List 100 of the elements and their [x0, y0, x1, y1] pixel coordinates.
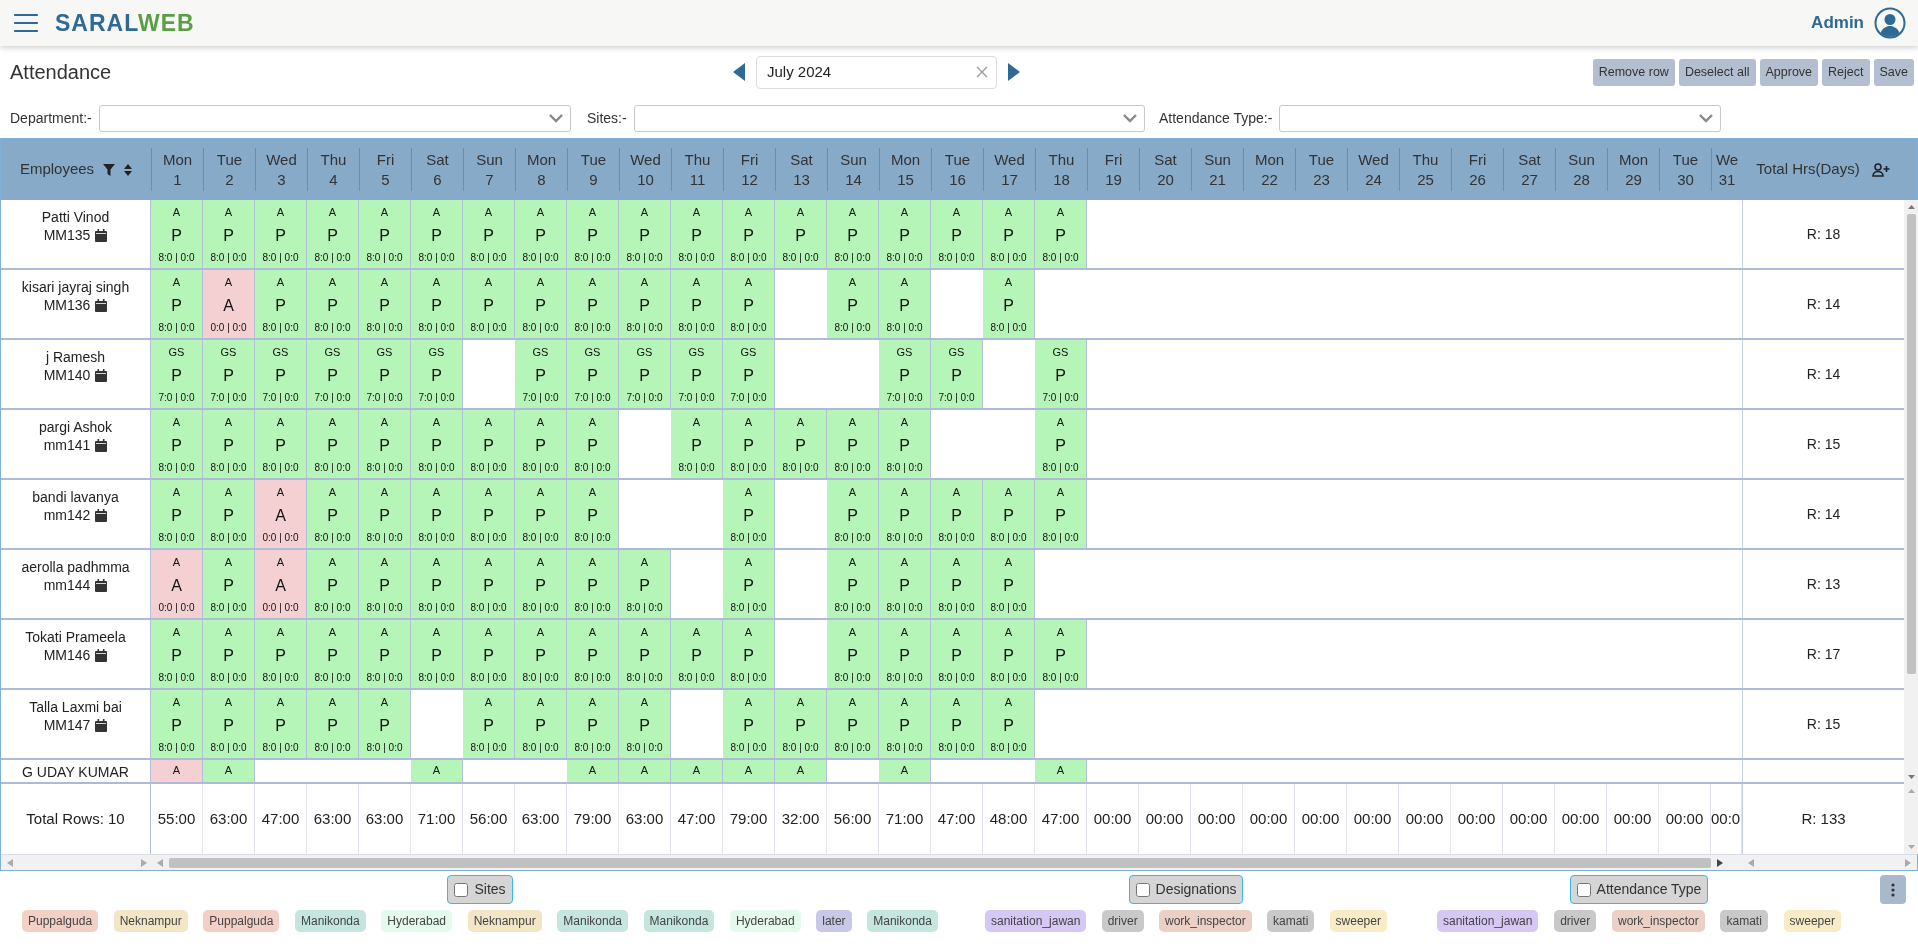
filter-icon[interactable]	[103, 163, 116, 176]
vertical-scrollbar[interactable]	[1904, 200, 1918, 784]
attendance-cell[interactable]: A P 8:0 | 0:0	[255, 200, 307, 268]
attendance-cell[interactable]: A P 8:0 | 0:0	[151, 480, 203, 548]
attendance-cell[interactable]: A P 8:0 | 0:0	[723, 480, 775, 548]
attendance-cell[interactable]: A P 8:0 | 0:0	[879, 480, 931, 548]
attendance-cell[interactable]: A P 8:0 | 0:0	[567, 270, 619, 338]
attendance-cell[interactable]: GS P 7:0 | 0:0	[307, 340, 359, 408]
attendance-cell[interactable]: A P 8:0 | 0:0	[827, 480, 879, 548]
attendance-cell[interactable]: A P 8:0 | 0:0	[983, 690, 1035, 758]
attendance-cell[interactable]: A P 8:0 | 0:0	[515, 550, 567, 618]
attendance-cell[interactable]: A P 8:0 | 0:0	[619, 270, 671, 338]
attendance-cell[interactable]: A P 8:0 | 0:0	[255, 620, 307, 688]
legend-toggle[interactable]: Designations	[1128, 875, 1244, 904]
attendance-cell[interactable]: A P 8:0 | 0:0	[827, 620, 879, 688]
attendance-cell[interactable]: A P 8:0 | 0:0	[879, 620, 931, 688]
attendance-cell[interactable]: A A 0:0 | 0:0	[151, 550, 203, 618]
attendance-cell[interactable]: A P 8:0 | 0:0	[931, 200, 983, 268]
attendance-cell[interactable]: A P 8:0 | 0:0	[307, 410, 359, 478]
previous-icon[interactable]	[733, 63, 745, 81]
attendance-cell[interactable]: GS P 7:0 | 0:0	[879, 340, 931, 408]
attendance-cell[interactable]: GS P 7:0 | 0:0	[1035, 340, 1087, 408]
next-icon[interactable]	[1008, 63, 1020, 81]
attendance-cell[interactable]: A A 0:0 | 0:0	[255, 550, 307, 618]
attendance-cell[interactable]: A P 8:0 | 0:0	[671, 270, 723, 338]
attendance-cell[interactable]: A P 8:0 | 0:0	[151, 690, 203, 758]
attendance-cell[interactable]: A P 8:0 | 0:0	[879, 200, 931, 268]
attendance-cell[interactable]: GS P 7:0 | 0:0	[515, 340, 567, 408]
attendance-cell[interactable]: A P 8:0 | 0:0	[567, 200, 619, 268]
attendance-cell[interactable]: A P 8:0 | 0:0	[203, 410, 255, 478]
attendance-cell[interactable]: A	[411, 760, 463, 782]
attendance-cell[interactable]: GS P 7:0 | 0:0	[931, 340, 983, 408]
attendance-cell[interactable]: A P 8:0 | 0:0	[879, 270, 931, 338]
attendance-cell[interactable]: A P 8:0 | 0:0	[307, 480, 359, 548]
attendance-cell[interactable]: A P 8:0 | 0:0	[203, 620, 255, 688]
calendar-icon[interactable]	[95, 368, 108, 382]
attendance-cell[interactable]: A P 8:0 | 0:0	[775, 690, 827, 758]
calendar-icon[interactable]	[95, 438, 108, 452]
dropdown-field[interactable]	[99, 104, 571, 132]
attendance-cell[interactable]: GS P 7:0 | 0:0	[203, 340, 255, 408]
attendance-cell[interactable]: A P 8:0 | 0:0	[307, 690, 359, 758]
attendance-cell[interactable]: A P 8:0 | 0:0	[931, 690, 983, 758]
calendar-icon[interactable]	[95, 508, 108, 522]
attendance-cell[interactable]: A P 8:0 | 0:0	[463, 550, 515, 618]
attendance-cell[interactable]: A	[151, 760, 203, 782]
attendance-cell[interactable]: A P 8:0 | 0:0	[515, 410, 567, 478]
add-user-icon[interactable]	[1871, 162, 1890, 177]
attendance-cell[interactable]: A P 8:0 | 0:0	[307, 550, 359, 618]
attendance-cell[interactable]: A P 8:0 | 0:0	[411, 410, 463, 478]
attendance-cell[interactable]: A P 8:0 | 0:0	[411, 480, 463, 548]
attendance-cell[interactable]: A P 8:0 | 0:0	[151, 620, 203, 688]
user-name[interactable]: Admin	[1811, 10, 1864, 36]
attendance-cell[interactable]: A P 8:0 | 0:0	[723, 550, 775, 618]
attendance-cell[interactable]: A P 8:0 | 0:0	[723, 200, 775, 268]
calendar-icon[interactable]	[95, 718, 108, 732]
attendance-cell[interactable]: A A 0:0 | 0:0	[255, 480, 307, 548]
attendance-cell[interactable]: A P 8:0 | 0:0	[1035, 620, 1087, 688]
attendance-cell[interactable]: A P 8:0 | 0:0	[515, 200, 567, 268]
sort-icon[interactable]	[124, 163, 133, 176]
action-button[interactable]: Remove row	[1592, 58, 1675, 86]
more-button[interactable]	[1880, 875, 1906, 904]
attendance-cell[interactable]: A P 8:0 | 0:0	[463, 690, 515, 758]
attendance-cell[interactable]: A P 8:0 | 0:0	[203, 690, 255, 758]
attendance-cell[interactable]: A P 8:0 | 0:0	[827, 550, 879, 618]
attendance-cell[interactable]: A P 8:0 | 0:0	[255, 690, 307, 758]
attendance-cell[interactable]: GS P 7:0 | 0:0	[619, 340, 671, 408]
attendance-cell[interactable]: A P 8:0 | 0:0	[359, 270, 411, 338]
attendance-cell[interactable]: A P 8:0 | 0:0	[619, 620, 671, 688]
attendance-cell[interactable]: A	[671, 760, 723, 782]
clear-icon[interactable]	[976, 66, 988, 78]
attendance-cell[interactable]: A P 8:0 | 0:0	[307, 200, 359, 268]
attendance-cell[interactable]: A P 8:0 | 0:0	[983, 480, 1035, 548]
checkbox[interactable]	[1135, 882, 1150, 897]
attendance-cell[interactable]: GS P 7:0 | 0:0	[151, 340, 203, 408]
attendance-cell[interactable]: A P 8:0 | 0:0	[567, 690, 619, 758]
attendance-cell[interactable]: A P 8:0 | 0:0	[567, 550, 619, 618]
attendance-cell[interactable]: A P 8:0 | 0:0	[567, 620, 619, 688]
attendance-cell[interactable]: GS P 7:0 | 0:0	[723, 340, 775, 408]
attendance-cell[interactable]: A P 8:0 | 0:0	[515, 270, 567, 338]
menu-icon[interactable]	[14, 13, 38, 33]
attendance-cell[interactable]: A P 8:0 | 0:0	[879, 690, 931, 758]
action-button[interactable]: Reject	[1822, 58, 1870, 86]
attendance-cell[interactable]: A P 8:0 | 0:0	[411, 620, 463, 688]
attendance-cell[interactable]: A P 8:0 | 0:0	[723, 270, 775, 338]
attendance-cell[interactable]: A P 8:0 | 0:0	[463, 480, 515, 548]
attendance-cell[interactable]: A P 8:0 | 0:0	[151, 200, 203, 268]
dropdown-field[interactable]	[1279, 104, 1721, 132]
action-button[interactable]: Approve	[1759, 58, 1819, 86]
calendar-icon[interactable]	[95, 578, 108, 592]
checkbox[interactable]	[454, 882, 469, 897]
attendance-cell[interactable]: GS P 7:0 | 0:0	[255, 340, 307, 408]
attendance-cell[interactable]: A P 8:0 | 0:0	[983, 270, 1035, 338]
attendance-cell[interactable]: A P 8:0 | 0:0	[619, 550, 671, 618]
dropdown-field[interactable]	[634, 104, 1145, 132]
attendance-cell[interactable]: A P 8:0 | 0:0	[359, 200, 411, 268]
attendance-cell[interactable]: A P 8:0 | 0:0	[463, 410, 515, 478]
attendance-cell[interactable]: A P 8:0 | 0:0	[827, 270, 879, 338]
attendance-cell[interactable]: A P 8:0 | 0:0	[619, 200, 671, 268]
attendance-cell[interactable]: A P 8:0 | 0:0	[671, 200, 723, 268]
attendance-cell[interactable]: A P 8:0 | 0:0	[359, 620, 411, 688]
